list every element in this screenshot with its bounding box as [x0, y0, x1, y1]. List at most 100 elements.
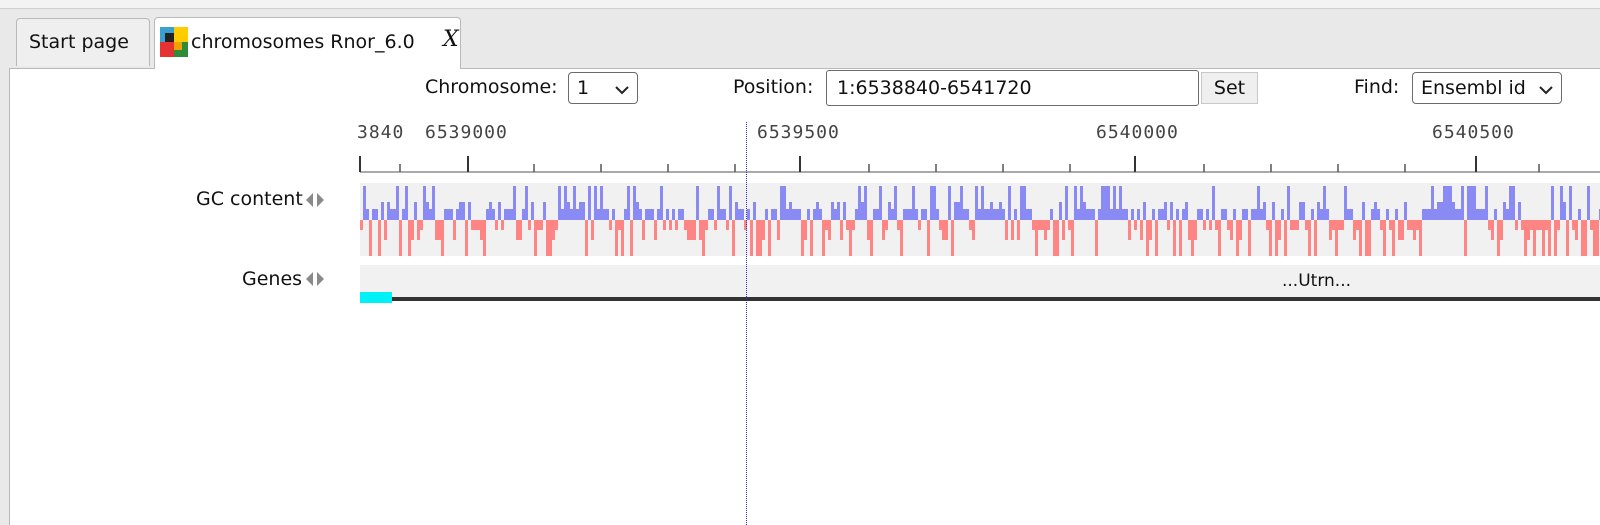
gc-high-bar [1083, 202, 1086, 220]
gc-low-bar [591, 220, 594, 240]
gc-high-bar [459, 202, 462, 220]
gc-high-bar [1371, 209, 1374, 220]
gc-low-bar [1497, 220, 1500, 256]
gc-high-bar [957, 202, 960, 220]
gc-high-bar [1200, 209, 1203, 220]
gc-high-bar [564, 186, 567, 220]
gc-low-bar [1380, 220, 1383, 230]
gc-low-bar [1047, 220, 1050, 230]
gc-high-bar [783, 186, 786, 220]
gc-low-bar [687, 220, 690, 240]
gc-low-bar [1353, 220, 1356, 240]
tab-start-page[interactable]: Start page [16, 18, 150, 66]
gc-low-bar [1389, 220, 1392, 230]
gc-high-bar [681, 209, 684, 220]
gene-exon[interactable] [360, 292, 392, 303]
chromosome-select[interactable]: 1 [568, 72, 638, 104]
gc-high-bar [1299, 202, 1302, 220]
gc-low-bar [1332, 220, 1335, 230]
set-button[interactable]: Set [1201, 72, 1258, 104]
gc-low-bar [942, 220, 945, 240]
gc-low-bar [501, 220, 504, 230]
gc-low-bar [1005, 220, 1008, 240]
gc-high-bar [456, 209, 459, 220]
gc-low-bar [1173, 220, 1176, 256]
gc-high-bar [819, 209, 822, 220]
gc-high-bar [1428, 209, 1431, 220]
gc-high-bar [1119, 186, 1122, 220]
gc-low-bar [870, 220, 873, 256]
gc-high-bar [1116, 209, 1119, 220]
gc-high-bar [1482, 209, 1485, 220]
gc-low-bar [1383, 220, 1386, 256]
gc-low-bar [972, 220, 975, 240]
track-arrows-icon[interactable] [304, 192, 326, 208]
gc-high-bar [579, 202, 582, 220]
gc-low-bar [549, 220, 552, 256]
gc-low-bar [1167, 220, 1170, 230]
gc-low-bar [1368, 220, 1371, 256]
gc-high-bar [876, 209, 879, 220]
gc-high-bar [1485, 186, 1488, 220]
find-select[interactable]: Ensembl id [1412, 72, 1562, 104]
gc-high-bar [396, 186, 399, 220]
gc-low-bar [1038, 220, 1041, 230]
gc-high-bar [597, 209, 600, 220]
gene-name-label[interactable]: ...Utrn... [1282, 271, 1351, 291]
gc-low-bar [1305, 220, 1308, 230]
gc-high-bar [390, 209, 393, 220]
gc-low-bar [1179, 220, 1182, 256]
gc-high-bar [978, 209, 981, 220]
gc-low-bar [822, 220, 825, 256]
gc-low-bar [1359, 220, 1362, 256]
gc-high-bar [879, 186, 882, 220]
gc-low-bar [642, 220, 645, 240]
gc-low-bar [1596, 220, 1599, 256]
gc-low-bar [867, 220, 870, 240]
gc-high-bar [894, 186, 897, 220]
gc-high-bar [1476, 209, 1479, 220]
gc-high-bar [1377, 209, 1380, 220]
gc-low-bar [552, 220, 555, 240]
gc-low-bar [1548, 220, 1551, 256]
gc-high-bar [660, 186, 663, 220]
gc-high-bar [1050, 209, 1053, 220]
gc-low-bar [1407, 220, 1410, 230]
gc-low-bar [384, 220, 387, 240]
gc-high-bar [696, 186, 699, 220]
track-arrows-icon[interactable] [304, 271, 326, 287]
gc-low-bar [756, 220, 759, 256]
gc-high-bar [1110, 209, 1113, 220]
gc-low-bar [825, 220, 828, 230]
gc-high-bar [1176, 209, 1179, 220]
gc-high-bar [1161, 209, 1164, 220]
gc-low-bar [417, 220, 420, 240]
ruler-label: 3840 [357, 122, 405, 143]
gc-high-bar [780, 186, 783, 220]
gc-low-bar [1068, 220, 1071, 230]
gc-high-bar [1443, 186, 1446, 220]
gc-high-bar [1551, 186, 1554, 220]
gc-high-bar [1251, 209, 1254, 220]
gc-high-bar [1254, 209, 1257, 220]
gc-high-bar [753, 202, 756, 220]
gc-high-bar [633, 186, 636, 220]
gc-high-bar [1518, 202, 1521, 220]
gc-low-bar [669, 220, 672, 230]
gc-high-bar [651, 209, 654, 220]
gc-high-bar [831, 202, 834, 220]
gc-low-bar [1314, 220, 1317, 256]
gc-high-bar [672, 209, 675, 220]
close-tab-icon[interactable]: X [443, 27, 459, 52]
gc-high-bar [678, 209, 681, 220]
gc-high-bar [576, 209, 579, 220]
position-input[interactable]: 1:6538840-6541720 [826, 70, 1199, 106]
gc-high-bar [1467, 186, 1470, 220]
gc-low-bar [732, 220, 735, 256]
gc-content-track [360, 183, 1600, 256]
genes-track [360, 265, 1600, 297]
gc-high-bar [657, 209, 660, 220]
tab-chromosomes[interactable]: chromosomes Rnor_6.0 X [154, 17, 461, 69]
gc-low-bar [1134, 220, 1137, 230]
gc-high-bar [771, 209, 774, 220]
